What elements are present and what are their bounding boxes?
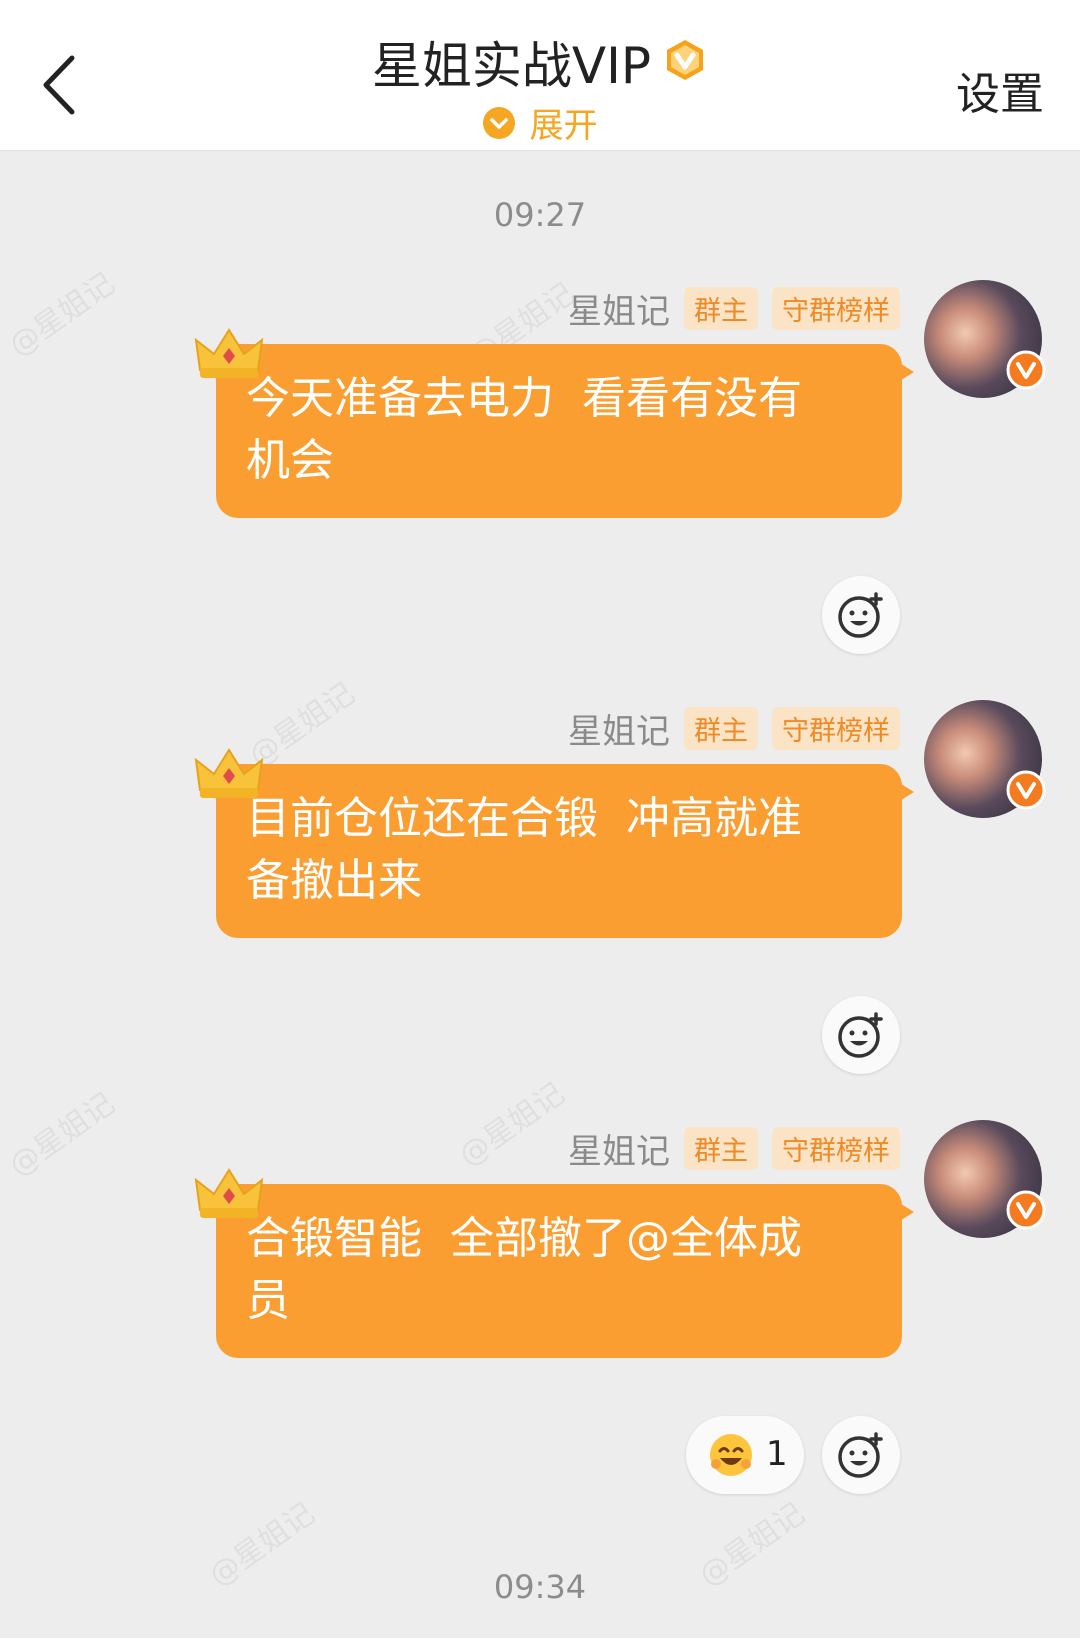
bubble-tail [898, 1202, 914, 1222]
add-reaction-button[interactable] [822, 1416, 900, 1494]
verified-v-icon [1006, 1190, 1046, 1230]
sender-name[interactable]: 星姐记 [568, 284, 670, 333]
tag-guardian: 守群榜样 [772, 1126, 900, 1170]
message-text: 今天准备去电力 看看有没有 机会 [246, 373, 802, 486]
tag-owner: 群主 [684, 286, 758, 330]
add-reaction-icon [838, 1012, 883, 1058]
message-bubble[interactable]: 今天准备去电力 看看有没有 机会 [216, 344, 914, 518]
add-reaction-icon [838, 1432, 883, 1478]
crown-icon [194, 1168, 264, 1218]
message-item: 星姐记 群主 守群榜样 今天准备去电力 看看有没有 机会 [0, 280, 1080, 666]
avatar[interactable] [924, 1120, 1046, 1238]
reaction-count: 1 [766, 1434, 788, 1474]
bubble-tail [898, 782, 914, 802]
chevron-down-circle-icon [483, 106, 516, 139]
message-bubble[interactable]: 目前仓位还在合锻 冲高就准 备撤出来 [216, 764, 914, 938]
sender-name[interactable]: 星姐记 [568, 704, 670, 753]
expand-label: 展开 [529, 106, 598, 146]
timestamp: 09:27 [493, 196, 587, 234]
sender-row: 星姐记 群主 守群榜样 [568, 1124, 900, 1173]
sender-name[interactable]: 星姐记 [568, 1124, 670, 1173]
message-bubble[interactable]: 合锻智能 全部撤了@全体成 员 [216, 1184, 914, 1358]
group-title: 星姐实战VIP [371, 37, 651, 95]
message-text: 目前仓位还在合锻 冲高就准 备撤出来 [246, 793, 802, 906]
crown-icon [194, 748, 264, 798]
add-reaction-button[interactable] [822, 576, 900, 654]
message-item: 星姐记 群主 守群榜样 目前仓位还在合锻 冲高就准 备撤出来 [0, 700, 1080, 1086]
avatar[interactable] [924, 280, 1046, 398]
verified-v-icon [1006, 350, 1046, 390]
tag-owner: 群主 [684, 1126, 758, 1170]
add-reaction-icon [838, 592, 883, 638]
add-reaction-button[interactable] [822, 996, 900, 1074]
sender-row: 星姐记 群主 守群榜样 [568, 284, 900, 333]
expand-button[interactable]: 展开 [0, 98, 1080, 147]
avatar[interactable] [924, 700, 1046, 818]
message-item: 星姐记 群主 守群榜样 合锻智能 全部撤了@全体成 员 1 [0, 1120, 1080, 1506]
crown-icon [194, 328, 264, 378]
bubble-tail [898, 362, 914, 382]
reaction-chip[interactable]: 1 [686, 1416, 804, 1494]
tag-owner: 群主 [684, 706, 758, 750]
vip-badge-icon [662, 37, 708, 87]
settings-button[interactable]: 设置 [956, 58, 1044, 122]
tag-guardian: 守群榜样 [772, 286, 900, 330]
tag-guardian: 守群榜样 [772, 706, 900, 750]
message-text: 合锻智能 全部撤了@全体成 员 [246, 1213, 802, 1326]
sender-row: 星姐记 群主 守群榜样 [568, 704, 900, 753]
chat-header: 星姐实战VIP 展开 设置 [0, 0, 1080, 151]
laughing-emoji-icon [710, 1434, 752, 1476]
verified-v-icon [1006, 770, 1046, 810]
timestamp: 09:34 [493, 1568, 587, 1606]
